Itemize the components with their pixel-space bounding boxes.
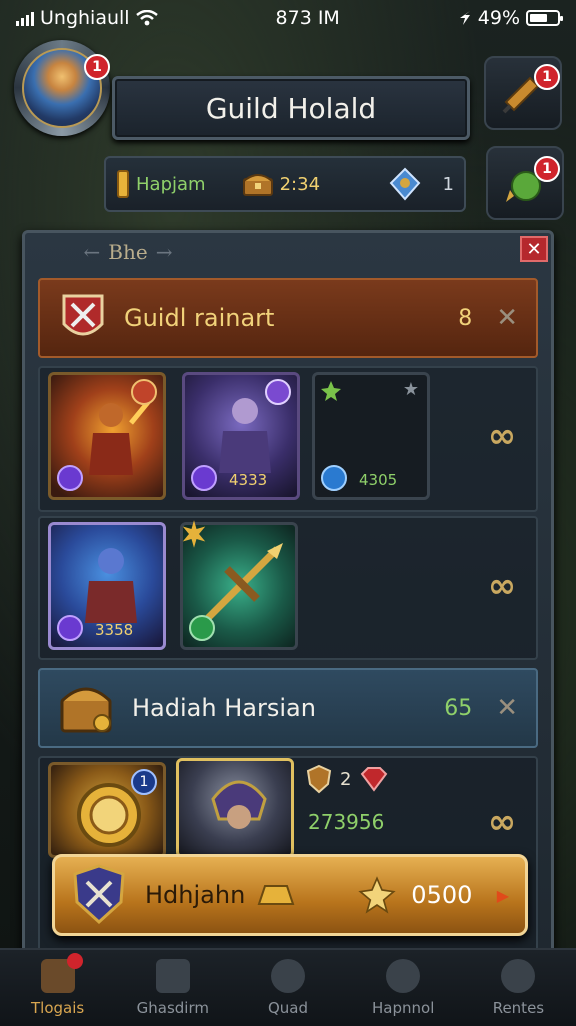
red-gem-icon [361,767,388,792]
rarity-gem-icon [321,465,347,491]
star-icon: ★ [402,379,419,400]
nav-label: Quad [267,999,309,1017]
reward-banner[interactable]: Hdhjahn 0500 ▶ [52,854,528,936]
resource-item: Hapjam [116,169,242,199]
rarity-gem-icon [189,615,215,641]
blue-mage-icon [85,548,137,623]
resource-value: 2:34 [279,173,321,195]
hero-card[interactable]: 3358 [48,522,166,650]
nav-item-quest[interactable]: Quad [230,950,345,1026]
bell-badge: 1 [534,64,560,90]
reward-badge: 1 [131,769,157,795]
banner-name: Hdhjahn [145,881,246,909]
shield-icon [306,764,332,794]
treasure-chest-icon [242,174,273,196]
bottom-nav: Tlogais Ghasdirm Quad Hapnnol Rentes [0,948,576,1026]
hero-card[interactable] [48,372,166,500]
hero-card[interactable]: ★ 4305 [312,372,430,500]
battery-percent: 49% [477,7,520,29]
link-icon[interactable]: ∞ [480,800,524,844]
location-icon [459,11,470,25]
nav-item-guild[interactable]: Tlogais [0,950,115,1026]
clock: 873 IM [275,7,340,29]
rarity-gem-icon [191,465,217,491]
empty-slot-icon [321,381,341,401]
gear-icon [501,959,536,993]
nav-item-battle[interactable]: Hapnnol [346,950,461,1026]
hero-power: 4333 [229,471,268,489]
hero-card[interactable] [180,520,298,650]
section-header-daily-reward[interactable]: Hadiah Harsian 65 ✕ [38,668,538,748]
helmet-hero-icon [211,780,267,829]
flame-warrior-icon [89,399,151,475]
resource-item: 1 [387,167,454,201]
arrow-icon: ▶ [496,885,509,905]
carrier-name: Unghiaull [40,7,130,29]
panel-tab-label: Bhe [108,240,148,264]
collapse-icon[interactable]: ✕ [496,693,518,723]
section-title: Guidl rainart [124,304,275,332]
weapon-badge-icon [265,379,291,405]
resource-item: 2:34 [242,171,387,197]
status-bar: Unghiaull 873 IM 49% [0,0,576,36]
notification-bell-button[interactable]: 1 [484,56,562,130]
anvil-icon [155,959,190,993]
reward-mini-stats: 2 [306,764,389,794]
rarity-gem-icon [57,465,83,491]
wifi-icon [135,10,158,26]
mini-count: 2 [340,768,352,790]
guild-crest-icon [62,294,104,336]
page-title: Guild Holald [205,91,377,125]
arrow-right-icon[interactable]: → [156,240,173,264]
section-count: 65 [444,695,473,721]
section-count: 8 [458,305,473,331]
shield-icon [271,959,305,993]
nav-label: Ghasdirm [136,999,209,1017]
gold-bar-icon [117,170,129,198]
guild-title-plate: Guild Holald [112,76,470,140]
collapse-icon[interactable]: ✕ [496,303,518,333]
arrow-left-icon[interactable]: ← [84,240,101,264]
section-header-guild-reward[interactable]: Guidl rainart 8 ✕ [38,278,538,358]
nav-label: Hapnnol [372,999,435,1017]
signal-icon [16,10,34,26]
treasure-chest-icon [60,687,112,733]
banner-value: 0500 [411,881,473,909]
nav-item-forge[interactable]: Ghasdirm [115,950,230,1026]
avatar-notification-badge: 1 [84,54,110,80]
sun-badge-icon [182,520,206,548]
hero-power: 4305 [359,471,398,489]
reward-card[interactable]: 1 [48,762,166,858]
rarity-gem-icon [57,615,83,641]
resource-label: Hapjam [136,173,206,195]
potion-badge: 1 [534,156,560,182]
sword-icon [386,959,421,993]
link-icon[interactable]: ∞ [480,414,524,458]
close-panel-button[interactable]: ✕ [520,236,548,262]
nav-label: Tlogais [31,999,85,1017]
resource-value: 1 [442,173,454,195]
potion-button[interactable]: 1 [486,146,564,220]
reward-card[interactable] [176,758,294,858]
link-icon[interactable]: ∞ [480,564,524,608]
star-icon [358,876,396,914]
hero-card[interactable]: 4333 [182,372,300,500]
crystal-icon [389,167,420,201]
reward-value: 273956 [308,810,385,834]
gold-ingot-icon [257,885,295,905]
guild-shield-icon [73,864,125,925]
nav-item-settings[interactable]: Rentes [461,950,576,1026]
player-avatar[interactable]: 1 [14,40,110,144]
nav-label: Rentes [492,999,545,1017]
weapon-badge-icon [131,379,157,405]
section-title: Hadiah Harsian [132,694,316,722]
resource-bar[interactable]: Hapjam 2:34 1 [104,156,466,212]
battery-icon [526,10,563,26]
close-icon: ✕ [526,238,542,260]
guild-hall-icon [40,953,83,993]
hero-power: 3358 [95,621,134,639]
panel-tab-switcher[interactable]: ← Bhe → [38,234,218,270]
